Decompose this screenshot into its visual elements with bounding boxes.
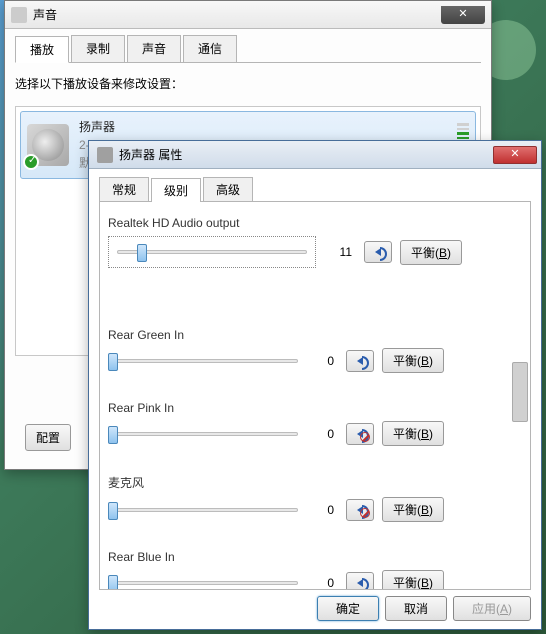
mute-button[interactable] bbox=[364, 241, 392, 263]
tab-playback[interactable]: 播放 bbox=[15, 36, 69, 63]
sound-window-title: 声音 bbox=[33, 6, 441, 23]
volume-icon bbox=[357, 430, 363, 438]
volume-icon bbox=[357, 357, 363, 365]
volume-value: 0 bbox=[306, 576, 338, 590]
properties-window-icon bbox=[97, 147, 113, 163]
slider-thumb[interactable] bbox=[108, 426, 118, 444]
tab-general[interactable]: 常规 bbox=[99, 177, 149, 201]
balance-button[interactable]: 平衡(B) bbox=[382, 421, 444, 446]
volume-value: 0 bbox=[306, 503, 338, 517]
apply-button[interactable]: 应用(A) bbox=[453, 596, 531, 621]
instruction-text: 选择以下播放设备来修改设置： bbox=[15, 75, 481, 92]
default-check-icon bbox=[23, 154, 39, 170]
slider-container bbox=[108, 574, 298, 591]
mute-button[interactable] bbox=[346, 423, 374, 445]
volume-value: 0 bbox=[306, 427, 338, 441]
speaker-properties-window: 扬声器 属性 ✕ 常规 级别 高级 Realtek HD Audio outpu… bbox=[88, 140, 542, 630]
scrollbar-thumb[interactable] bbox=[512, 362, 528, 422]
sound-close-button[interactable]: ✕ bbox=[441, 6, 485, 24]
volume-slider[interactable] bbox=[108, 425, 298, 443]
level-label: 麦克风 bbox=[108, 474, 522, 491]
volume-slider[interactable] bbox=[108, 501, 298, 519]
volume-icon bbox=[375, 248, 381, 256]
sound-tabstrip: 播放 录制 声音 通信 bbox=[15, 35, 481, 63]
slider-container bbox=[108, 425, 298, 443]
device-name: 扬声器 bbox=[79, 118, 449, 136]
dialog-buttons: 确定 取消 应用(A) bbox=[317, 596, 531, 621]
tab-advanced[interactable]: 高级 bbox=[203, 177, 253, 201]
balance-button[interactable]: 平衡(B) bbox=[382, 497, 444, 522]
tab-communications[interactable]: 通信 bbox=[183, 35, 237, 62]
slider-container bbox=[108, 236, 316, 268]
slider-thumb[interactable] bbox=[108, 353, 118, 371]
volume-icon bbox=[357, 579, 363, 587]
properties-body: 常规 级别 高级 Realtek HD Audio output11平衡(B)R… bbox=[89, 169, 541, 629]
tab-recording[interactable]: 录制 bbox=[71, 35, 125, 62]
slider-thumb[interactable] bbox=[108, 502, 118, 520]
properties-title: 扬声器 属性 bbox=[119, 146, 493, 163]
properties-titlebar[interactable]: 扬声器 属性 ✕ bbox=[89, 141, 541, 169]
level-group: Rear Blue In 0 平衡(B) bbox=[108, 550, 522, 590]
ok-button[interactable]: 确定 bbox=[317, 596, 379, 621]
mute-button[interactable] bbox=[346, 499, 374, 521]
volume-value: 11 bbox=[324, 245, 356, 259]
sound-titlebar[interactable]: 声音 ✕ bbox=[5, 1, 491, 29]
configure-button[interactable]: 配置 bbox=[25, 424, 71, 451]
slider-thumb[interactable] bbox=[108, 575, 118, 591]
level-row: 0 平衡(B) bbox=[108, 348, 522, 373]
mute-button[interactable] bbox=[346, 350, 374, 372]
level-group: 麦克风 0 平衡(B) bbox=[108, 474, 522, 522]
properties-tabstrip: 常规 级别 高级 bbox=[99, 177, 531, 202]
slider-thumb[interactable] bbox=[137, 244, 147, 262]
level-label: Rear Green In bbox=[108, 328, 522, 342]
tab-sounds[interactable]: 声音 bbox=[127, 35, 181, 62]
cancel-button[interactable]: 取消 bbox=[385, 596, 447, 621]
device-icon-wrap bbox=[27, 124, 69, 166]
level-label: Rear Blue In bbox=[108, 550, 522, 564]
level-group: Realtek HD Audio output 11 平衡(B) bbox=[108, 216, 522, 268]
balance-button[interactable]: 平衡(B) bbox=[382, 348, 444, 373]
volume-slider[interactable] bbox=[108, 574, 298, 591]
balance-button[interactable]: 平衡(B) bbox=[400, 240, 462, 265]
level-label: Rear Pink In bbox=[108, 401, 522, 415]
level-row: 0 平衡(B) bbox=[108, 421, 522, 446]
level-group: Rear Green In 0 平衡(B) bbox=[108, 328, 522, 373]
level-row: 0 平衡(B) bbox=[108, 497, 522, 522]
levels-panel: Realtek HD Audio output11平衡(B)Rear Green… bbox=[99, 202, 531, 590]
volume-slider[interactable] bbox=[108, 352, 298, 370]
slider-container bbox=[108, 501, 298, 519]
level-label: Realtek HD Audio output bbox=[108, 216, 522, 230]
tab-levels[interactable]: 级别 bbox=[151, 178, 201, 202]
mute-button[interactable] bbox=[346, 572, 374, 591]
volume-icon bbox=[357, 506, 363, 514]
level-group: Rear Pink In 0 平衡(B) bbox=[108, 401, 522, 446]
slider-container bbox=[108, 352, 298, 370]
sound-window-icon bbox=[11, 7, 27, 23]
properties-close-button[interactable]: ✕ bbox=[493, 146, 537, 164]
volume-value: 0 bbox=[306, 354, 338, 368]
volume-slider[interactable] bbox=[117, 243, 307, 261]
level-row: 0 平衡(B) bbox=[108, 570, 522, 590]
level-row: 11 平衡(B) bbox=[108, 236, 522, 268]
balance-button[interactable]: 平衡(B) bbox=[382, 570, 444, 590]
